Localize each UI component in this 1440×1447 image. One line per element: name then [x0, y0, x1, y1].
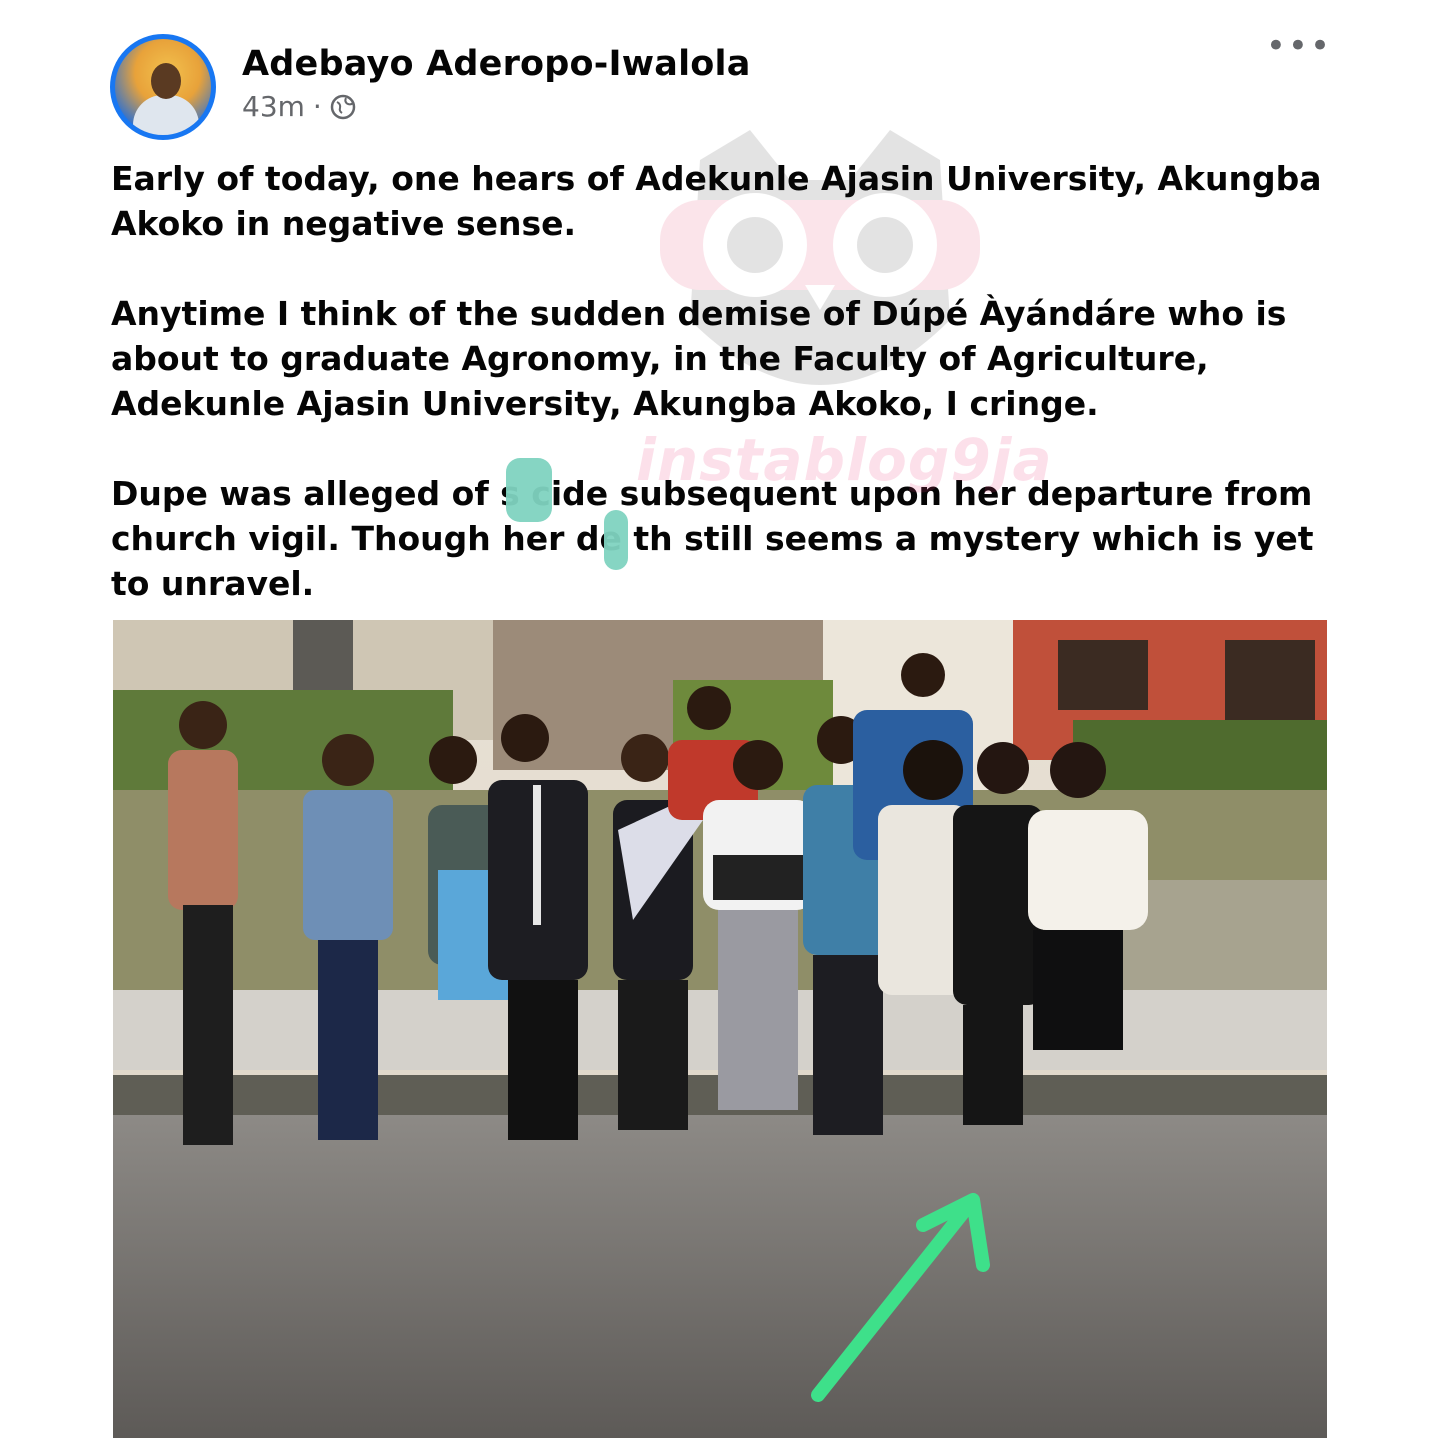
post-paragraph: Dupe was alleged of s cide subsequent up…: [111, 474, 1314, 603]
avatar-body: [133, 95, 199, 135]
post-timestamp[interactable]: 43m: [242, 90, 305, 123]
avatar-face: [151, 63, 181, 99]
more-options-button[interactable]: •••: [1266, 29, 1332, 63]
redaction-mark: [506, 458, 552, 522]
author-name[interactable]: Adebayo Aderopo-Iwalola: [242, 44, 751, 84]
post-body: Early of today, one hears of Adekunle Aj…: [111, 156, 1336, 651]
post-header: Adebayo Aderopo-Iwalola 43m · •••: [110, 29, 1340, 140]
post-photo[interactable]: [113, 620, 1327, 1438]
author-avatar[interactable]: [110, 34, 216, 140]
redaction-mark: [604, 510, 628, 570]
globe-icon: [330, 94, 356, 119]
meta-separator: ·: [312, 90, 322, 123]
post-meta: 43m ·: [242, 90, 356, 123]
post-paragraph: Early of today, one hears of Adekunle Aj…: [111, 159, 1322, 243]
group-photo-illustration: [113, 620, 1327, 1438]
post-paragraph: Anytime I think of the sudden demise of …: [111, 294, 1287, 423]
